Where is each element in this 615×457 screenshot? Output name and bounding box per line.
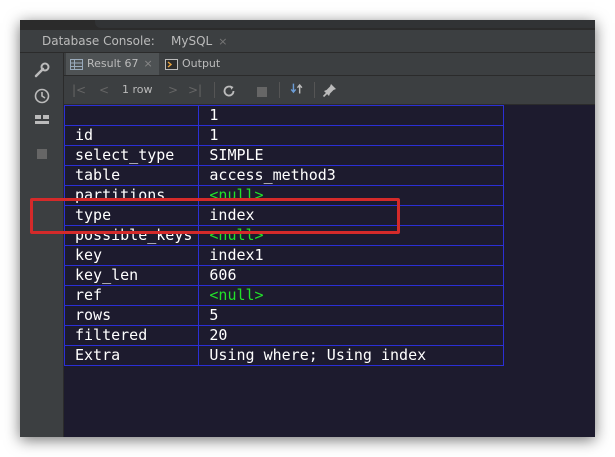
console-bar: Database Console: MySQL × <box>20 30 595 53</box>
output-icon <box>165 58 178 70</box>
refresh-icon[interactable] <box>222 83 236 99</box>
layout-icon[interactable] <box>33 111 51 129</box>
field-name-cell: table <box>63 165 200 186</box>
field-value-cell[interactable]: 5 <box>198 305 505 326</box>
close-icon[interactable]: × <box>143 57 152 70</box>
field-value-cell[interactable]: <null> <box>198 285 505 306</box>
console-label: Database Console: <box>42 34 155 48</box>
table-row[interactable]: Extra Using where; Using index <box>63 345 505 366</box>
field-name-cell: key_len <box>63 265 200 286</box>
pin-icon[interactable] <box>322 82 338 98</box>
table-row[interactable]: key index1 <box>63 245 505 266</box>
header-cell[interactable]: 1 <box>198 105 505 126</box>
tab-mysql[interactable]: MySQL × <box>165 30 233 52</box>
field-name-cell: Extra <box>63 345 200 366</box>
table-row[interactable]: select_type SIMPLE <box>63 145 505 166</box>
table-icon <box>70 58 83 70</box>
highlight-annotation <box>30 198 400 234</box>
field-name-cell: key <box>63 245 200 266</box>
transposed-result-table: 1 id 1 select_type SIMPLE table access_method… <box>63 105 505 366</box>
next-page-button[interactable]: > <box>168 82 178 98</box>
tab-output-label: Output <box>182 57 221 70</box>
result-toolbar: |< < 1 row > >| <box>64 76 595 105</box>
table-row[interactable]: table access_method3 <box>63 165 505 186</box>
field-name-cell: filtered <box>63 325 200 346</box>
stop-icon[interactable] <box>33 145 51 163</box>
clock-icon[interactable] <box>33 87 51 105</box>
last-page-button[interactable]: >| <box>188 82 202 98</box>
tab-result[interactable]: Result 67 × <box>66 53 159 75</box>
title-strip <box>20 20 595 30</box>
table-row[interactable]: filtered 20 <box>63 325 505 346</box>
sort-icon[interactable] <box>288 81 306 97</box>
wrench-icon[interactable] <box>33 61 51 79</box>
field-value-cell[interactable]: 1 <box>198 125 505 146</box>
field-value-cell[interactable]: index1 <box>198 245 505 266</box>
field-name-cell: ref <box>63 285 200 306</box>
field-value-cell[interactable]: 606 <box>198 265 505 286</box>
results-tabs: Result 67 × Output <box>64 53 595 76</box>
field-value-cell[interactable]: access_method3 <box>198 165 505 186</box>
tab-output[interactable]: Output <box>161 53 224 75</box>
field-value-cell[interactable]: Using where; Using index <box>198 345 505 366</box>
table-row[interactable]: ref <null> <box>63 285 505 306</box>
row-count: 1 row <box>122 83 153 96</box>
tab-mysql-label: MySQL <box>171 34 213 48</box>
field-value-cell[interactable]: SIMPLE <box>198 145 505 166</box>
stop-icon[interactable] <box>256 84 268 100</box>
tab-result-label: Result 67 <box>87 57 139 70</box>
left-tool-gutter <box>20 53 64 437</box>
field-name-cell: id <box>63 125 200 146</box>
prev-page-button[interactable]: < <box>99 82 109 98</box>
table-row[interactable]: key_len 606 <box>63 265 505 286</box>
field-value-cell[interactable]: 20 <box>198 325 505 346</box>
table-header-row: 1 <box>63 105 505 126</box>
field-name-cell: select_type <box>63 145 200 166</box>
field-name-cell: rows <box>63 305 200 326</box>
close-icon[interactable]: × <box>218 35 227 48</box>
first-page-button[interactable]: |< <box>72 82 86 98</box>
table-row[interactable]: id 1 <box>63 125 505 146</box>
table-row[interactable]: rows 5 <box>63 305 505 326</box>
result-grid: 1 id 1 select_type SIMPLE table access_method… <box>63 105 595 437</box>
header-cell <box>63 105 200 126</box>
